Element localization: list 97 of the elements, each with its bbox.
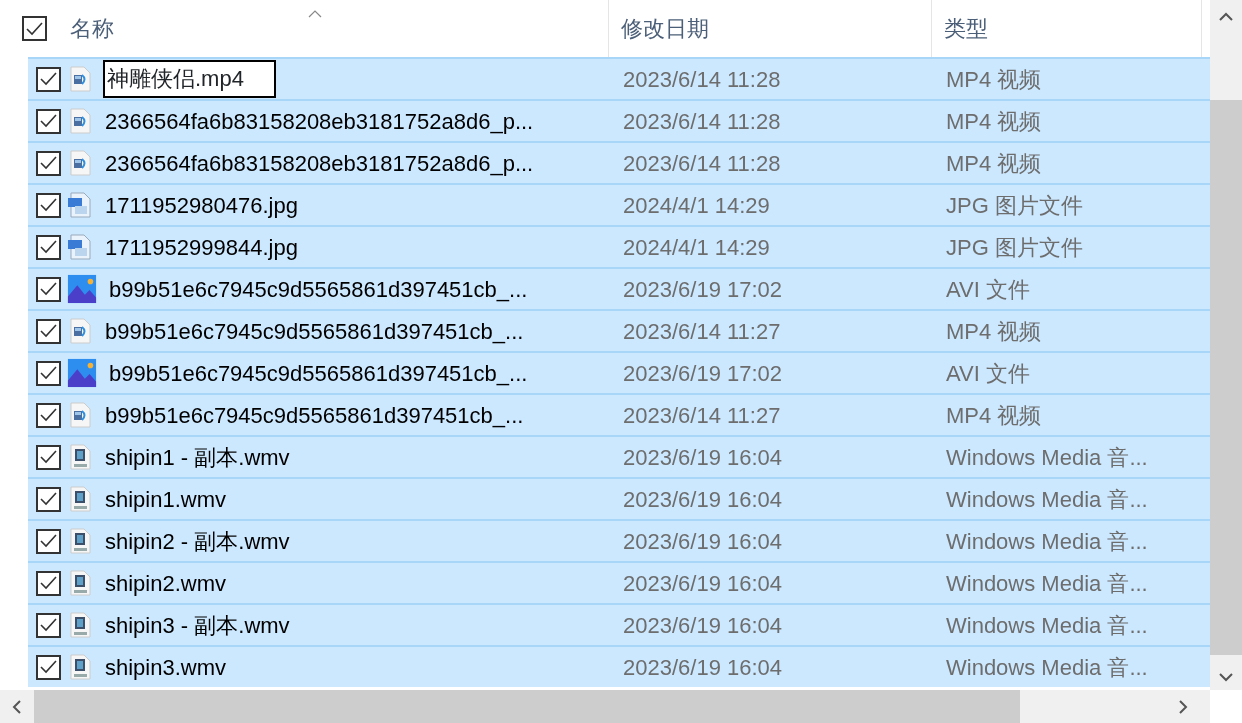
checkbox[interactable] xyxy=(36,192,61,218)
file-row[interactable]: 2366564fa6b83158208eb3181752a8d6_p... 2023/6/14 11:28 MP4 视频 xyxy=(28,99,1210,141)
file-name: shipin2.wmv xyxy=(105,569,227,598)
file-row[interactable]: b99b51e6c7945c9d5565861d397451cb_... 2023/6/19 17:02 AVI 文件 xyxy=(28,267,1210,309)
checkbox[interactable] xyxy=(36,150,61,176)
video-file-icon xyxy=(67,402,93,428)
modified-date: 2023/6/19 16:04 xyxy=(622,527,784,556)
video-file-icon xyxy=(67,654,93,680)
file-row[interactable]: shipin2 - 副本.wmv 2023/6/19 16:04 Windows Media 音... xyxy=(28,519,1210,561)
modified-date: 2023/6/14 11:28 xyxy=(622,149,782,178)
scroll-up-icon[interactable] xyxy=(1219,12,1233,22)
video-file-icon xyxy=(67,108,93,134)
video-file-icon xyxy=(67,612,93,638)
file-name: b99b51e6c7945c9d5565861d397451cb_... xyxy=(105,401,524,430)
image-file-icon xyxy=(67,234,93,260)
scroll-down-icon[interactable] xyxy=(1219,672,1233,682)
file-type: Windows Media 音... xyxy=(945,653,1148,682)
scroll-right-icon[interactable] xyxy=(1178,699,1188,714)
file-type: AVI 文件 xyxy=(945,359,1030,388)
modified-date: 2023/6/19 16:04 xyxy=(622,443,784,472)
scroll-left-icon[interactable] xyxy=(12,699,22,714)
modified-date: 2023/6/14 11:28 xyxy=(622,65,782,94)
file-name: shipin3.wmv xyxy=(105,653,227,682)
checkbox[interactable] xyxy=(36,444,61,470)
video-file-icon xyxy=(67,66,93,92)
file-row[interactable]: shipin2.wmv 2023/6/19 16:04 Windows Media 音... xyxy=(28,561,1210,603)
file-name: b99b51e6c7945c9d5565861d397451cb_... xyxy=(109,359,528,388)
file-type: AVI 文件 xyxy=(945,275,1030,304)
video-file-icon xyxy=(67,528,93,554)
video-file-icon xyxy=(67,486,93,512)
modified-date: 2024/4/1 14:29 xyxy=(622,233,771,262)
file-type: MP4 视频 xyxy=(945,65,1042,94)
rename-field[interactable]: 神雕侠侣.mp4 xyxy=(103,60,276,98)
modified-date: 2023/6/19 16:04 xyxy=(622,653,784,682)
file-name: 2366564fa6b83158208eb3181752a8d6_p... xyxy=(105,149,534,178)
file-type: Windows Media 音... xyxy=(945,443,1148,472)
file-row[interactable]: b99b51e6c7945c9d5565861d397451cb_... 2023/6/19 17:02 AVI 文件 xyxy=(28,351,1210,393)
video-file-icon xyxy=(67,444,93,470)
file-name: 2366564fa6b83158208eb3181752a8d6_p... xyxy=(105,107,534,136)
modified-date: 2023/6/14 11:27 xyxy=(622,401,782,430)
checkbox[interactable] xyxy=(36,276,61,302)
file-type: MP4 视频 xyxy=(945,401,1042,430)
modified-date: 2023/6/19 16:04 xyxy=(622,485,784,514)
file-type: Windows Media 音... xyxy=(945,485,1148,514)
modified-date: 2023/6/14 11:28 xyxy=(622,107,782,136)
checkbox[interactable] xyxy=(36,360,61,386)
file-row[interactable]: shipin1.wmv 2023/6/19 16:04 Windows Media 音... xyxy=(28,477,1210,519)
checkbox[interactable] xyxy=(36,612,61,638)
file-name: shipin2 - 副本.wmv xyxy=(105,527,290,556)
horizontal-scrollbar-thumb[interactable] xyxy=(34,690,1020,723)
video-file-icon xyxy=(67,150,93,176)
file-row[interactable]: shipin3.wmv 2023/6/19 16:04 Windows Media 音... xyxy=(28,645,1210,687)
file-row[interactable]: shipin3 - 副本.wmv 2023/6/19 16:04 Windows Media 音... xyxy=(28,603,1210,645)
checkbox[interactable] xyxy=(36,234,61,260)
file-name: 1711952980476.jpg xyxy=(105,191,298,220)
modified-date: 2023/6/14 11:27 xyxy=(622,317,782,346)
file-row[interactable]: b99b51e6c7945c9d5565861d397451cb_... 2023/6/14 11:27 MP4 视频 xyxy=(28,393,1210,435)
file-type: JPG 图片文件 xyxy=(945,191,1083,220)
file-type: MP4 视频 xyxy=(945,317,1042,346)
select-all-checkbox[interactable] xyxy=(22,16,47,41)
video-file-icon xyxy=(67,318,93,344)
file-type: MP4 视频 xyxy=(945,107,1042,136)
picture-icon xyxy=(67,274,97,304)
checkbox[interactable] xyxy=(36,486,61,512)
file-name: b99b51e6c7945c9d5565861d397451cb_... xyxy=(109,275,528,304)
file-row[interactable]: 2366564fa6b83158208eb3181752a8d6_p... 2023/6/14 11:28 MP4 视频 xyxy=(28,141,1210,183)
file-type: JPG 图片文件 xyxy=(945,233,1083,262)
picture-icon xyxy=(67,358,97,388)
file-type: Windows Media 音... xyxy=(945,527,1148,556)
file-type: MP4 视频 xyxy=(945,149,1042,178)
checkbox[interactable] xyxy=(36,318,61,344)
file-name: shipin1 - 副本.wmv xyxy=(105,443,290,472)
modified-date: 2023/6/19 17:02 xyxy=(622,359,784,388)
vertical-scrollbar-thumb[interactable] xyxy=(1210,100,1242,655)
modified-date: 2023/6/19 16:04 xyxy=(622,569,784,598)
file-row[interactable]: shipin1 - 副本.wmv 2023/6/19 16:04 Windows Media 音... xyxy=(28,435,1210,477)
file-row[interactable]: 1711952980476.jpg 2024/4/1 14:29 JPG 图片文件 xyxy=(28,183,1210,225)
file-type: Windows Media 音... xyxy=(945,611,1148,640)
checkbox[interactable] xyxy=(36,654,61,680)
checkbox[interactable] xyxy=(36,528,61,554)
video-file-icon xyxy=(67,570,93,596)
checkbox[interactable] xyxy=(36,402,61,428)
file-name: 1711952999844.jpg xyxy=(105,233,298,262)
file-row[interactable]: 神雕侠侣.mp4 2023/6/14 11:28 MP4 视频 xyxy=(28,57,1210,99)
image-file-icon xyxy=(67,192,93,218)
file-type: Windows Media 音... xyxy=(945,569,1148,598)
checkbox[interactable] xyxy=(36,66,61,92)
file-row[interactable]: 1711952999844.jpg 2024/4/1 14:29 JPG 图片文件 xyxy=(28,225,1210,267)
modified-date: 2024/4/1 14:29 xyxy=(622,191,771,220)
modified-date: 2023/6/19 16:04 xyxy=(622,611,784,640)
file-name: b99b51e6c7945c9d5565861d397451cb_... xyxy=(105,317,524,346)
checkbox[interactable] xyxy=(36,570,61,596)
modified-date: 2023/6/19 17:02 xyxy=(622,275,784,304)
file-row[interactable]: b99b51e6c7945c9d5565861d397451cb_... 2023/6/14 11:27 MP4 视频 xyxy=(28,309,1210,351)
file-name: shipin1.wmv xyxy=(105,485,227,514)
file-name: shipin3 - 副本.wmv xyxy=(105,611,290,640)
checkbox[interactable] xyxy=(36,108,61,134)
